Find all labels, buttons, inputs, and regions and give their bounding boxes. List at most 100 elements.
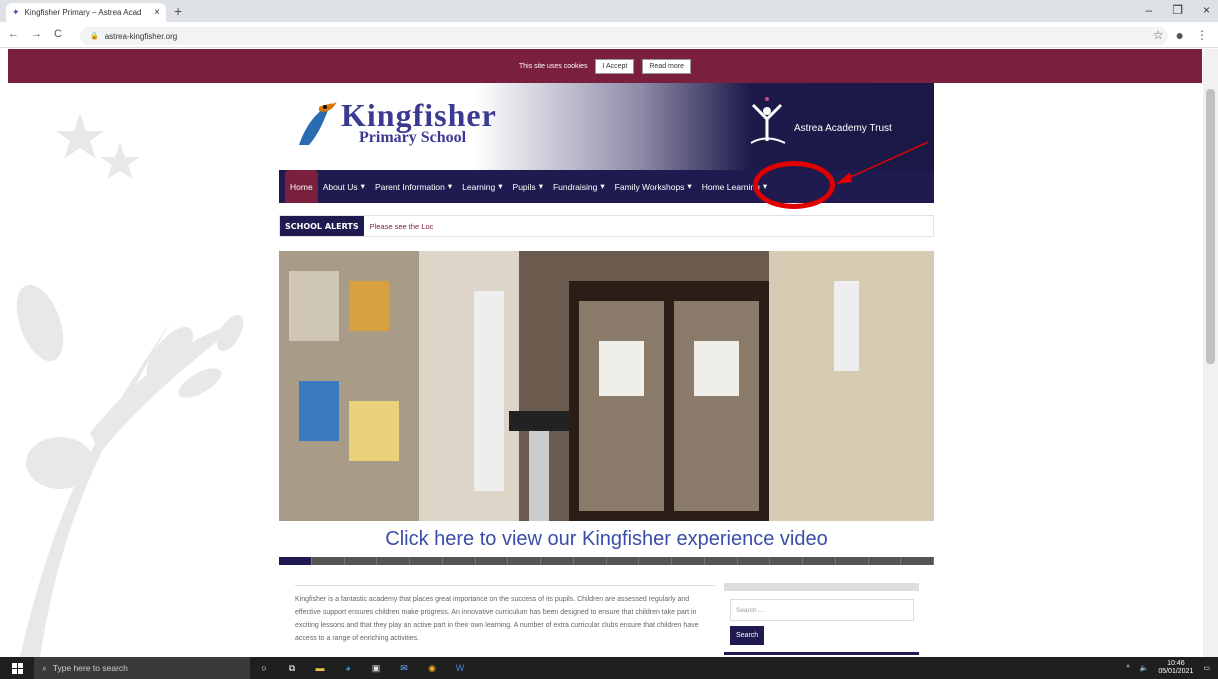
chrome-icon[interactable]: ◉	[418, 657, 446, 679]
school-alerts-bar[interactable]: SCHOOL ALERTS Please see the Loc	[279, 215, 934, 237]
slide-indicator[interactable]	[508, 557, 541, 565]
browser-tab-bar	[0, 0, 1218, 22]
nav-label: Pupils	[512, 181, 536, 192]
astrea-star-figure-icon	[750, 97, 786, 144]
search-icon: ⌕	[42, 662, 47, 673]
store-icon[interactable]: ▣	[362, 657, 390, 679]
slide-indicator[interactable]	[803, 557, 836, 565]
maximize-button[interactable]: ❐	[1172, 3, 1183, 17]
cookie-text: This site uses cookies	[518, 62, 588, 70]
word-icon[interactable]: W	[446, 657, 474, 679]
nav-item-family-workshops[interactable]: Family Workshops ▾	[610, 170, 697, 203]
nav-item-about-us[interactable]: About Us ▾	[318, 170, 370, 203]
kingfisher-bird-icon	[299, 101, 337, 145]
nav-item-home[interactable]: Home	[285, 170, 318, 203]
nav-item-fundraising[interactable]: Fundraising ▾	[548, 170, 610, 203]
slide-indicator[interactable]	[574, 557, 607, 565]
forward-arrow-icon[interactable]: →	[31, 28, 42, 40]
slide-indicator[interactable]	[738, 557, 771, 565]
taskbar-search-placeholder: Type here to search	[52, 663, 128, 673]
slide-indicator[interactable]	[869, 557, 902, 565]
search-input[interactable]: Search ...	[730, 599, 914, 621]
background-tree-illustration	[16, 113, 244, 657]
nav-item-learning[interactable]: Learning ▾	[457, 170, 507, 203]
slide-indicator[interactable]	[541, 557, 574, 565]
slide-indicator[interactable]	[901, 557, 934, 565]
window-controls: – ❐ ×	[1146, 3, 1210, 17]
slide-indicator[interactable]	[836, 557, 869, 565]
browser-tab[interactable]: ✦ Kingfisher Primary – Astrea Acad ×	[6, 3, 166, 22]
tab-close-icon[interactable]: ×	[154, 7, 160, 18]
nav-label: About Us	[322, 181, 358, 192]
read-more-button[interactable]: Read more	[642, 58, 692, 74]
slide-indicator[interactable]	[345, 557, 378, 565]
clock-time: 10:46	[1167, 660, 1185, 667]
slide-indicator[interactable]	[672, 557, 705, 565]
sidebar-widget: Search ... Search	[724, 583, 919, 657]
clock-date: 05/01/2021	[1158, 668, 1194, 675]
windows-start-icon[interactable]	[0, 657, 34, 679]
slide-indicator[interactable]	[476, 557, 509, 565]
scrollbar-thumb[interactable]	[1206, 89, 1215, 364]
slide-indicator[interactable]	[770, 557, 803, 565]
site-favicon-icon: ✦	[12, 7, 20, 17]
trust-name: Astrea Academy Trust	[794, 123, 892, 134]
edge-icon[interactable]: ◕	[334, 657, 362, 679]
slide-indicator[interactable]	[377, 557, 410, 565]
mail-icon[interactable]: ✉	[390, 657, 418, 679]
slide-indicator[interactable]	[279, 557, 312, 565]
reload-icon[interactable]: C	[54, 28, 62, 40]
volume-icon[interactable]: 🔈	[1140, 664, 1149, 672]
nav-label: Learning	[462, 181, 496, 192]
url-text: astrea-kingfisher.org	[104, 31, 178, 41]
video-link-caption[interactable]: Click here to view our Kingfisher experi…	[279, 521, 934, 557]
tab-title: Kingfisher Primary – Astrea Acad	[24, 8, 142, 17]
school-sub-logo: Primary School	[359, 129, 467, 146]
new-tab-button[interactable]: +	[174, 3, 182, 19]
slider-pagination[interactable]	[279, 557, 934, 565]
widget-header	[724, 583, 919, 591]
accept-cookies-button[interactable]: I Accept	[595, 58, 635, 74]
task-view-icon[interactable]: ⧉	[278, 657, 306, 679]
file-explorer-icon[interactable]: ▬	[306, 657, 334, 679]
slide-indicator[interactable]	[312, 557, 345, 565]
slide-indicator[interactable]	[705, 557, 738, 565]
nav-label: Fundraising	[552, 181, 598, 192]
divider	[295, 585, 715, 586]
slide-indicator[interactable]	[639, 557, 672, 565]
alert-message[interactable]: Please see the Loc	[364, 222, 434, 231]
lock-icon: 🔒	[90, 33, 99, 40]
page-scrollbar[interactable]	[1203, 49, 1218, 657]
cortana-icon[interactable]: ○	[250, 657, 278, 679]
profile-icon[interactable]: ●	[1176, 27, 1184, 43]
caret-down-icon: ▾	[360, 181, 365, 191]
alerts-tag: SCHOOL ALERTS	[280, 216, 364, 236]
notifications-icon[interactable]: ▭	[1203, 664, 1210, 672]
close-window-button[interactable]: ×	[1203, 3, 1210, 17]
intro-text: Kingfisher is a fantastic academy that p…	[295, 596, 699, 642]
nav-label: Home Learning	[701, 181, 760, 192]
slide-indicator[interactable]	[443, 557, 476, 565]
bookmark-star-icon[interactable]: ☆	[1153, 28, 1164, 42]
taskbar-search-input[interactable]: ⌕ Type here to search	[34, 657, 250, 679]
caret-down-icon: ▾	[447, 181, 453, 191]
annotation-circle	[753, 161, 835, 209]
nav-item-pupils[interactable]: Pupils ▾	[508, 170, 548, 203]
search-button[interactable]: Search	[730, 626, 765, 645]
caret-down-icon: ▾	[498, 181, 503, 191]
back-arrow-icon[interactable]: ←	[8, 28, 19, 40]
nav-item-parent-information[interactable]: Parent Information ▾	[370, 170, 457, 203]
browser-right-controls: ☆ ● ⋮	[1153, 27, 1208, 43]
slide-indicator[interactable]	[607, 557, 640, 565]
hero-photo[interactable]	[279, 251, 934, 521]
clock[interactable]: 10:46 05/01/2021	[1158, 660, 1193, 676]
minimize-button[interactable]: –	[1146, 3, 1153, 17]
nav-label: Home	[290, 181, 313, 192]
caret-down-icon: ▾	[538, 181, 543, 191]
widget-divider	[724, 652, 919, 655]
browser-nav-buttons: ← → C	[8, 28, 62, 40]
tray-chevron-icon[interactable]: ^	[1126, 665, 1129, 672]
url-field[interactable]: 🔒 astrea-kingfisher.org	[80, 27, 1168, 45]
menu-kebab-icon[interactable]: ⋮	[1196, 28, 1208, 42]
slide-indicator[interactable]	[410, 557, 443, 565]
